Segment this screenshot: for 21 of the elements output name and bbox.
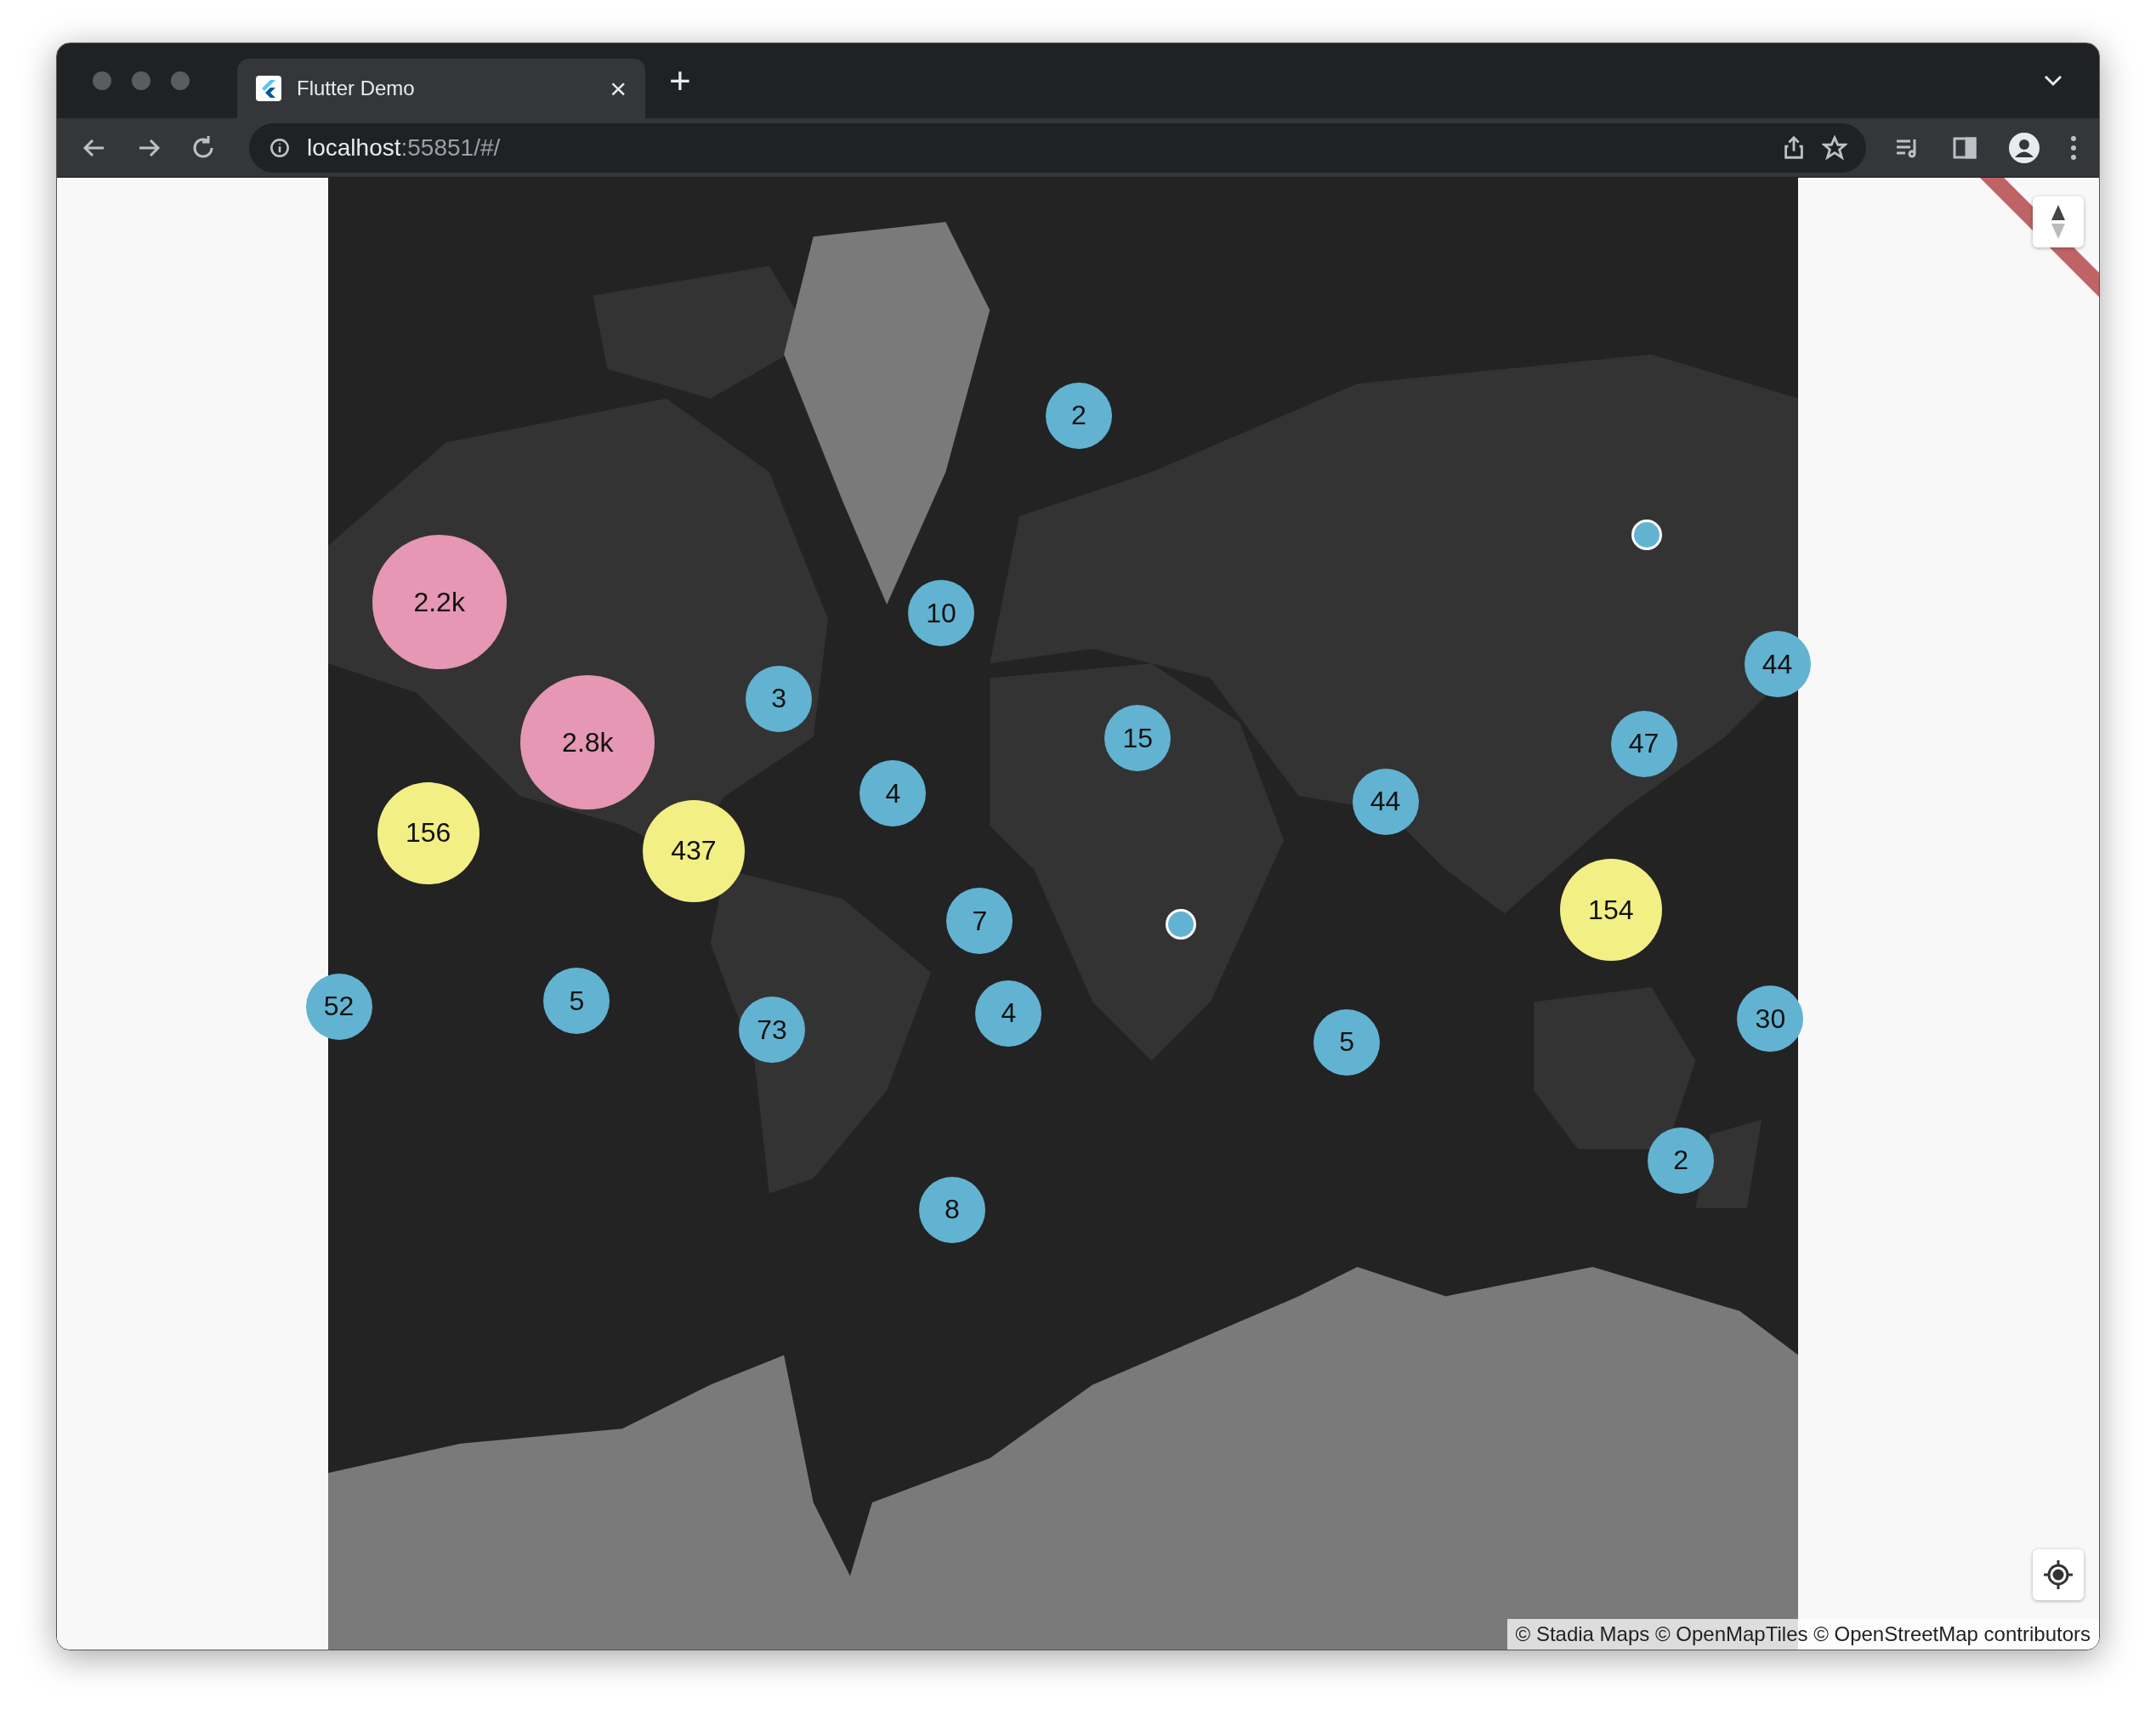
tab-title: Flutter Demo: [297, 77, 416, 100]
maximize-window-button[interactable]: [171, 71, 190, 90]
browser-tab[interactable]: Flutter Demo ×: [237, 59, 645, 118]
address-bar[interactable]: localhost:55851/#/: [249, 122, 1866, 173]
cluster-marker[interactable]: 52: [305, 973, 372, 1040]
compass-icon: [2050, 203, 2067, 241]
map-attribution: © Stadia Maps © OpenMapTiles © OpenStreetMap contributors: [1506, 1619, 2099, 1650]
close-window-button[interactable]: [93, 71, 111, 90]
my-location-button[interactable]: [2033, 1549, 2084, 1600]
url-host: localhost: [307, 133, 401, 161]
url-path: :55851/#/: [400, 133, 501, 161]
flutter-logo-icon: [256, 76, 281, 101]
minimize-window-button[interactable]: [132, 71, 150, 90]
location-target-icon: [2042, 1559, 2074, 1591]
new-tab-button[interactable]: +: [669, 62, 691, 99]
close-tab-button[interactable]: ×: [610, 74, 627, 103]
chevron-down-icon[interactable]: [2043, 74, 2063, 88]
menu-icon[interactable]: [2070, 134, 2077, 161]
compass-button[interactable]: [2033, 196, 2084, 247]
profile-avatar-icon[interactable]: [2009, 132, 2040, 163]
bookmark-star-icon[interactable]: [1822, 134, 1847, 161]
